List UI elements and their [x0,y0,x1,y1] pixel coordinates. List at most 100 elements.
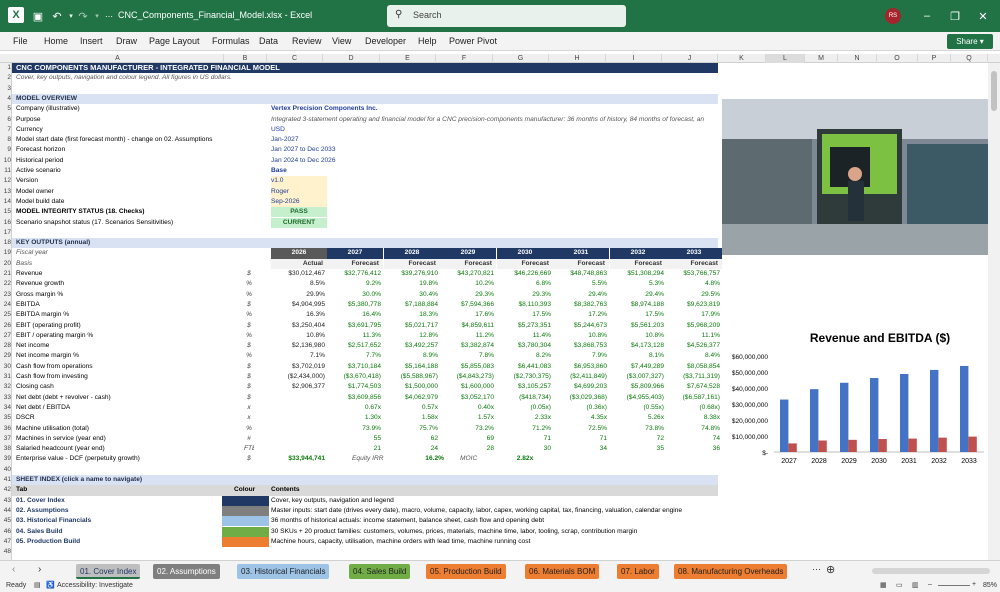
accessibility-status[interactable]: Accessibility: Investigate [57,582,133,589]
metric-value[interactable]: 17.5% [499,310,551,320]
index-header-colour[interactable]: Colour [234,485,274,495]
metric-value[interactable]: 0.57x [386,403,438,413]
metric-value[interactable]: ($3,029,368) [555,393,607,403]
overview-value[interactable]: Vertex Precision Components Inc. [271,104,571,114]
metric-value[interactable]: 74.8% [668,424,720,434]
metric-value[interactable]: 10.8% [273,331,325,341]
metric-value[interactable]: $4,904,995 [273,300,325,310]
moic-value[interactable]: 2.82x [505,454,545,464]
col-header-b[interactable]: B [224,54,267,63]
overview-label[interactable]: Purpose [16,115,266,125]
overview-label[interactable]: Model owner [16,187,266,197]
index-link[interactable]: 03. Historical Financials [16,516,216,526]
metric-value[interactable]: 5.3% [612,279,664,289]
year-header-2030[interactable]: 2030 [497,248,553,259]
row-number[interactable]: 41 [0,475,12,485]
metric-value[interactable]: $3,052,170 [442,393,494,403]
basis-0[interactable]: Actual [271,258,327,269]
metric-value[interactable]: 75.7% [386,424,438,434]
metric-value[interactable]: 7.9% [555,351,607,361]
ev-label[interactable]: Enterprise value - DCF (perpetuity growt… [16,454,241,464]
row-number[interactable]: 27 [0,331,12,341]
index-contents[interactable]: Master inputs: start date (drives every … [271,506,721,516]
metric-value[interactable]: 11.2% [442,331,494,341]
col-header-o[interactable]: O [877,54,918,63]
metric-value[interactable]: 35 [612,444,664,454]
metric-label[interactable]: Gross margin % [16,290,241,300]
row-number[interactable]: 16 [0,218,12,228]
metric-value[interactable]: $53,766,757 [668,269,720,279]
metric-value[interactable]: 29.5% [668,290,720,300]
row-number[interactable]: 22 [0,279,12,289]
index-header-contents[interactable]: Contents [271,485,371,495]
row-number[interactable]: 39 [0,454,12,464]
metric-value[interactable]: 10.8% [555,331,607,341]
row-number[interactable]: 18 [0,238,12,248]
metric-value[interactable]: 17.6% [442,310,494,320]
metric-value[interactable]: 12.8% [386,331,438,341]
row-number[interactable]: 23 [0,290,12,300]
model-subtitle[interactable]: Cover, key outputs, navigation and colou… [16,73,516,83]
index-contents[interactable]: Cover, key outputs, navigation and legen… [271,496,721,506]
row-number[interactable]: 28 [0,341,12,351]
minimize-icon[interactable]: – [920,9,934,23]
row-number[interactable]: 4 [0,94,12,104]
overview-value[interactable]: PASS [271,207,327,218]
metric-value[interactable]: 72.5% [555,424,607,434]
metric-value[interactable]: $4,062,979 [386,393,438,403]
year-header-2027[interactable]: 2027 [327,248,383,259]
metric-label[interactable]: DSCR [16,413,241,423]
metric-value[interactable]: $3,492,257 [386,341,438,351]
metric-value[interactable]: (0.05x) [499,403,551,413]
row-number[interactable]: 5 [0,104,12,114]
metric-value[interactable]: 29.4% [612,290,664,300]
overview-value[interactable]: Jan 2027 to Dec 2033 [271,145,571,155]
metric-value[interactable]: $39,276,910 [386,269,438,279]
section-model-overview[interactable]: MODEL OVERVIEW [16,94,316,104]
overview-label[interactable]: Active scenario [16,166,266,176]
tab-manufacturing-overheads[interactable]: 08. Manufacturing Overheads [674,564,788,579]
year-header-2029[interactable]: 2029 [440,248,496,259]
ev-unit[interactable]: $ [244,454,254,464]
add-sheet-icon[interactable]: ⊕ [826,563,835,576]
row-number[interactable]: 29 [0,351,12,361]
metric-value[interactable]: ($6,587,161) [668,393,720,403]
row-number[interactable]: 17 [0,228,12,238]
metric-value[interactable]: 10.2% [442,279,494,289]
metric-value[interactable] [273,424,325,434]
metric-value[interactable]: $4,859,611 [442,321,494,331]
metric-value[interactable]: $3,105,257 [499,382,551,392]
metric-unit[interactable]: % [244,290,254,300]
col-header-d[interactable]: D [323,54,380,63]
metric-value[interactable]: $43,270,821 [442,269,494,279]
metric-value[interactable]: $5,809,966 [612,382,664,392]
metric-value[interactable]: 28 [442,444,494,454]
row-number[interactable]: 20 [0,259,12,269]
metric-value[interactable]: ($2,411,849) [555,372,607,382]
row-number[interactable]: 13 [0,187,12,197]
revenue-ebitda-chart[interactable]: Revenue and EBITDA ($) $60,000,000 $50,000… [722,322,988,470]
year-header-2026[interactable]: 2026 [271,248,327,259]
accessibility-icon[interactable]: ♿ [46,581,55,589]
metric-value[interactable]: 36 [668,444,720,454]
macro-icon[interactable]: ▤ [34,581,41,589]
model-title[interactable]: CNC COMPONENTS MANUFACTURER - INTEGRATED… [16,63,716,73]
row-number[interactable]: 37 [0,434,12,444]
metric-label[interactable]: Revenue growth [16,279,241,289]
overview-label[interactable]: Version [16,176,266,186]
metric-value[interactable]: 16.3% [273,310,325,320]
col-header-i[interactable]: I [606,54,662,63]
menu-data[interactable]: Data [259,36,278,46]
row-number[interactable]: 10 [0,156,12,166]
metric-value[interactable]: $8,110,393 [499,300,551,310]
row-number[interactable]: 25 [0,310,12,320]
overview-label[interactable]: Company (illustrative) [16,104,266,114]
metric-value[interactable]: ($4,843,273) [442,372,494,382]
basis-3[interactable]: Forecast [440,258,496,269]
row-number[interactable]: 30 [0,362,12,372]
vertical-scrollbar[interactable] [988,63,1000,560]
metric-unit[interactable]: % [244,310,254,320]
metric-value[interactable]: 5.5% [555,279,607,289]
metric-value[interactable]: $2,906,377 [273,382,325,392]
basis-6[interactable]: Forecast [610,258,666,269]
